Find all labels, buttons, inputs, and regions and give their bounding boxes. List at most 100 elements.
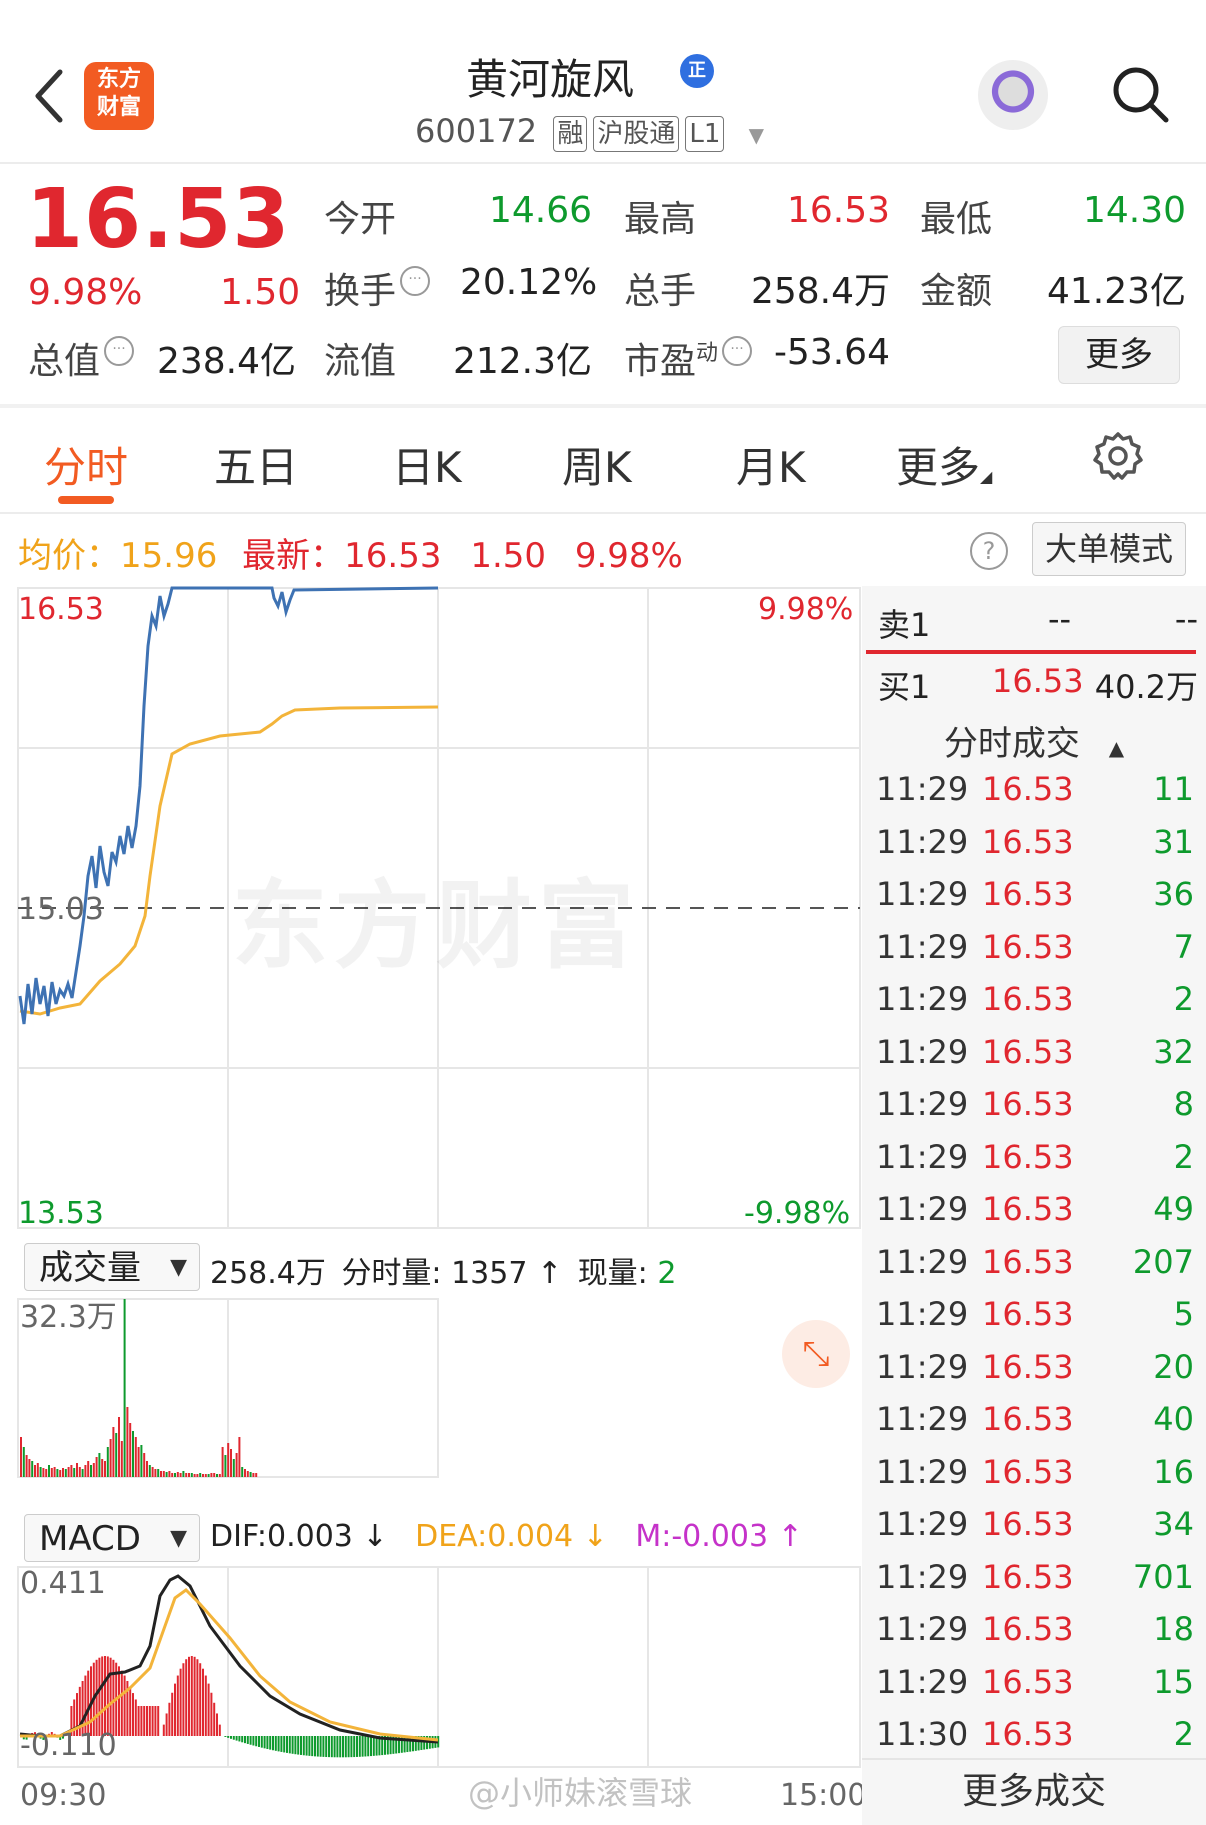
open-value: 14.66 [488, 190, 592, 231]
tab-intraday[interactable]: 分时 [44, 434, 128, 495]
info-icon: ··· [722, 336, 753, 366]
more-quote-button[interactable]: 更多 [1058, 326, 1180, 384]
volume-bar [78, 1467, 81, 1477]
macd-bar [210, 1692, 213, 1736]
low-label: 最低 [920, 199, 993, 240]
volume-bar [84, 1465, 87, 1477]
tab-five-day[interactable]: 五日 [214, 434, 298, 495]
volume-bar [95, 1457, 98, 1477]
search-icon [1113, 67, 1169, 123]
tab-more[interactable]: 更多◢ [896, 434, 992, 495]
macd-bar [328, 1736, 330, 1758]
volume-bar [56, 1469, 59, 1477]
volume-bar [42, 1468, 45, 1477]
intraday-info-line: 均价：15.96 最新：16.53 1.50 9.98% [18, 536, 683, 576]
macd-bar [188, 1656, 190, 1736]
volume-bar [118, 1417, 120, 1477]
macd-bar [171, 1692, 174, 1736]
macd-bar [288, 1736, 291, 1754]
trade-row: 11:29 16.53 2 [876, 980, 1194, 1018]
volume-bar [148, 1465, 151, 1477]
volume-bar [90, 1465, 92, 1477]
macd-bar [182, 1663, 185, 1736]
macd-bar [266, 1736, 269, 1750]
amount-value: 41.23亿 [1046, 271, 1186, 312]
back-button[interactable] [28, 60, 68, 130]
volume-bar [106, 1447, 109, 1477]
macd-bar [213, 1702, 216, 1736]
high-value: 16.53 [786, 190, 890, 231]
ai-assistant-robot-icon[interactable] [978, 60, 1048, 130]
volume-bar [22, 1447, 25, 1477]
macd-bar [154, 1706, 157, 1736]
turnover-label[interactable]: 换手 ··· [324, 262, 431, 314]
volume-indicator-select[interactable]: 成交量 ▼ [24, 1243, 200, 1291]
volume-bar [151, 1467, 154, 1477]
volume-bar [193, 1474, 196, 1477]
macd-bar [146, 1706, 148, 1736]
volume-bar [76, 1463, 78, 1477]
macd-bar [179, 1668, 182, 1736]
volume-label: 总手 [624, 271, 697, 312]
stock-code-row[interactable]: 600172 融沪股通 L1 ▼ [415, 112, 764, 152]
big-order-mode-button[interactable]: 大单模式 [1032, 522, 1186, 576]
volume-bar [171, 1473, 174, 1477]
volume-bar [59, 1470, 62, 1477]
settings-button[interactable] [1092, 430, 1144, 482]
avg-price: 15.96 [120, 536, 218, 576]
trade-row: 11:29 16.53 2 [876, 1137, 1194, 1176]
m-value: M:-0.003 ↑ [635, 1519, 803, 1554]
sell-level-1: 卖1 -- -- [878, 600, 1198, 644]
macd-bar [286, 1736, 288, 1753]
volume-info: 258.4万 分时量: 1357 ↑ 现量: 2 [210, 1256, 677, 1291]
volume-bar [176, 1472, 179, 1477]
volume-bar [87, 1461, 90, 1477]
dea-value: DEA:0.004 ↓ [415, 1519, 608, 1554]
trade-row: 11:29 16.53 20 [876, 1347, 1194, 1386]
more-trades-button[interactable]: 更多成交 [862, 1758, 1206, 1824]
macd-bar [336, 1736, 339, 1758]
volume-bar [73, 1468, 76, 1477]
help-icon[interactable]: ? [970, 532, 1008, 570]
price-axis-top: 16.53 [18, 592, 104, 627]
macd-bar [246, 1736, 249, 1744]
tab-weekly-k[interactable]: 周K [562, 434, 632, 495]
top-header: 东方 财富 黄河旋风 正 600172 融沪股通 L1 ▼ [0, 0, 1206, 164]
volume-bar [199, 1473, 202, 1477]
macd-bar [260, 1736, 263, 1748]
volume-bar [221, 1447, 224, 1477]
volume-bar [112, 1427, 115, 1477]
turnover-value: 20.12% [460, 262, 598, 303]
macd-bar [151, 1706, 154, 1736]
macd-bar [367, 1736, 370, 1757]
volume-bar [39, 1467, 42, 1477]
mktcap-value: 238.4亿 [156, 341, 296, 382]
macd-indicator-select[interactable]: MACD ▼ [24, 1514, 200, 1562]
macd-bar [258, 1736, 260, 1747]
search-button[interactable] [1108, 62, 1172, 126]
macd-bar [109, 1657, 112, 1736]
volume-bar [137, 1447, 140, 1477]
volume-bar [232, 1459, 235, 1477]
macd-bar [342, 1736, 344, 1758]
trade-row: 11:29 16.53 31 [876, 822, 1194, 861]
eastmoney-logo[interactable]: 东方 财富 [84, 62, 154, 130]
macd-bar [277, 1736, 280, 1752]
intraday-chart[interactable] [0, 586, 862, 1825]
tab-daily-k[interactable]: 日K [392, 434, 462, 495]
macd-bar [263, 1736, 266, 1749]
macd-bar [176, 1675, 179, 1736]
macd-bar [249, 1736, 252, 1745]
expand-icon: ⤡ [802, 1334, 830, 1374]
trades-header[interactable]: 分时成交 ▲ [862, 716, 1206, 765]
tab-monthly-k[interactable]: 月K [736, 434, 806, 495]
volume-bar [168, 1471, 171, 1477]
volume-bar [224, 1455, 227, 1477]
macd-bar [274, 1736, 277, 1751]
volume-bar [162, 1471, 165, 1477]
mktcap-label[interactable]: 总值 ··· [28, 332, 135, 384]
expand-chart-button[interactable]: ⤡ [782, 1320, 850, 1388]
pe-label[interactable]: 市盈动 ··· [624, 332, 753, 384]
volume-bar [202, 1474, 204, 1477]
macd-bar [353, 1736, 356, 1758]
